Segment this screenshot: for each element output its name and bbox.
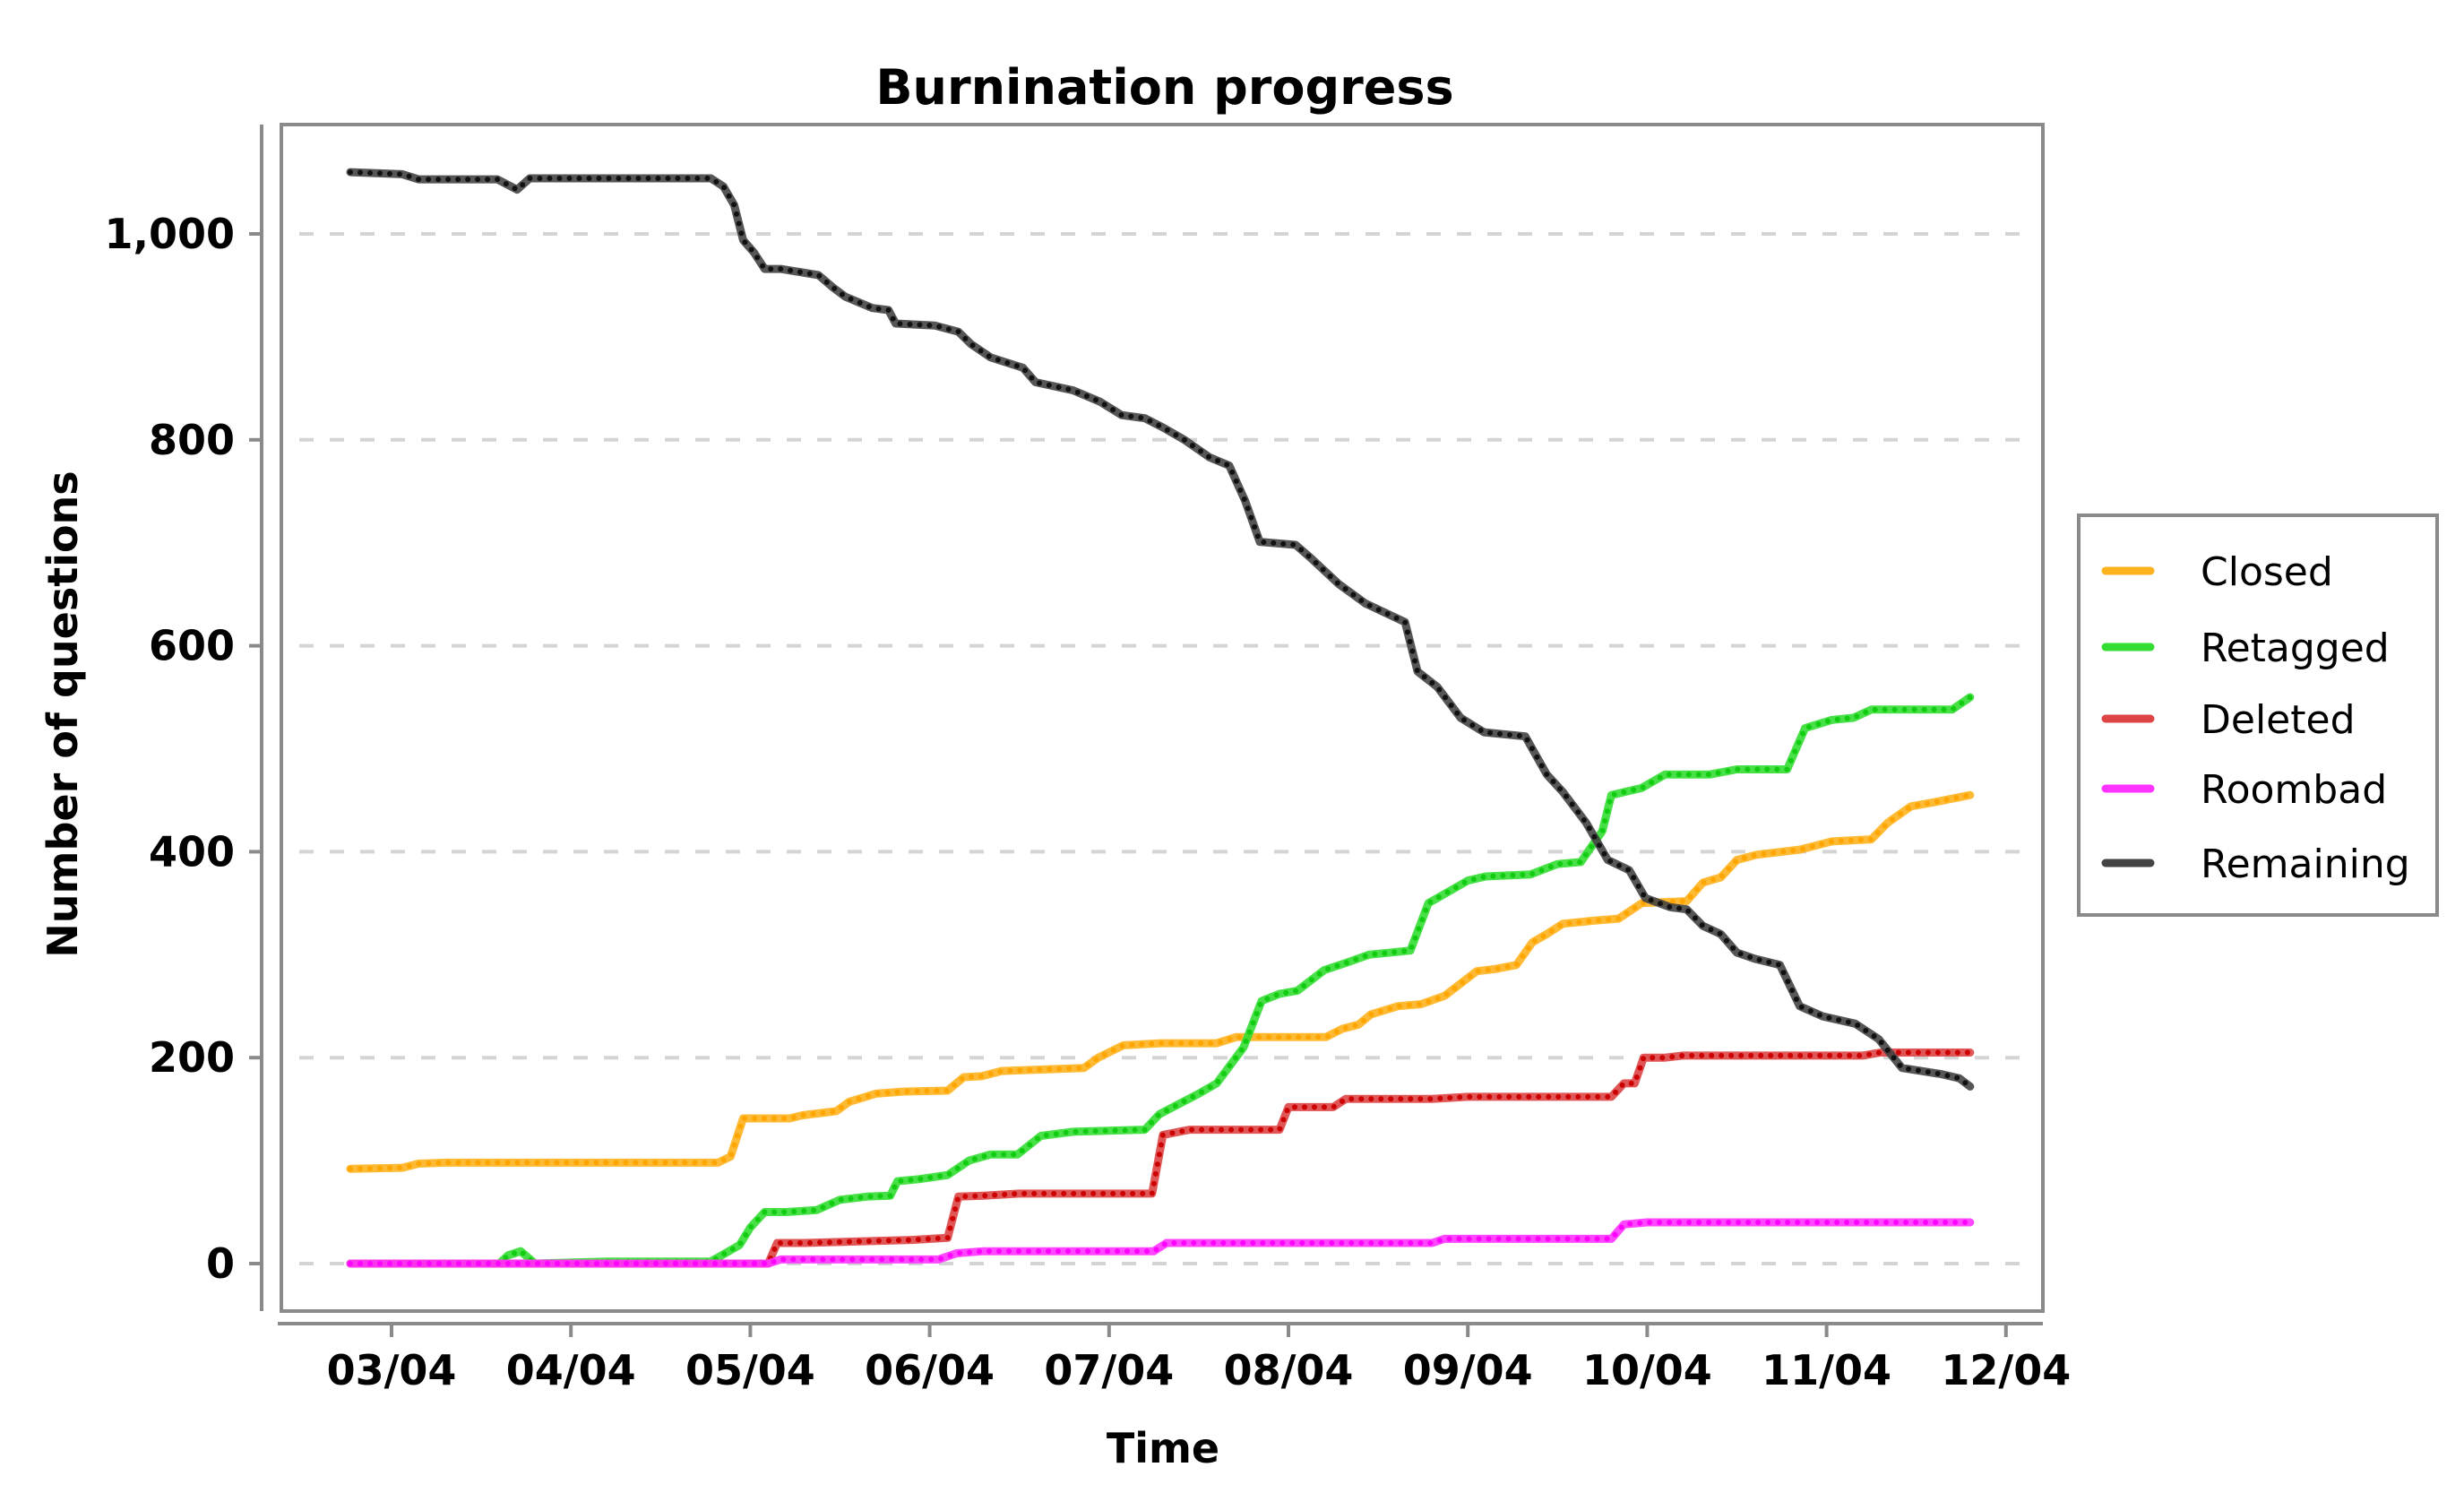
- legend-item-closed: Closed: [2101, 549, 2333, 595]
- y-tick-label: 800: [149, 416, 235, 464]
- legend-label-remaining: Remaining: [2201, 841, 2410, 887]
- legend-label-retagged: Retagged: [2201, 626, 2390, 671]
- y-tick-label: 0: [206, 1239, 235, 1288]
- y-axis-label: Number of questions: [39, 470, 87, 957]
- series-roombad: [346, 1218, 1975, 1268]
- x-tick-label: 03/04: [327, 1346, 457, 1394]
- x-tick-label: 06/04: [865, 1346, 995, 1394]
- legend-item-retagged: Retagged: [2101, 626, 2390, 671]
- y-axis-ticks: 0 200 400 600 800 1,000: [104, 210, 262, 1288]
- series-retagged: [346, 693, 1975, 1268]
- legend-label-deleted: Deleted: [2201, 697, 2356, 743]
- y-tick-label: 600: [149, 622, 235, 670]
- series-deleted: [346, 1049, 1975, 1268]
- legend-label-closed: Closed: [2201, 549, 2333, 595]
- y-tick-label: 200: [149, 1033, 235, 1082]
- series-line-deleted: [346, 1049, 1975, 1268]
- x-tick-label: 09/04: [1403, 1346, 1533, 1394]
- x-tick-label: 11/04: [1762, 1346, 1891, 1394]
- series-layer: [346, 168, 1975, 1268]
- series-line-remaining: [346, 168, 1975, 1091]
- x-tick-label: 12/04: [1941, 1346, 2071, 1394]
- legend-item-remaining: Remaining: [2101, 841, 2410, 887]
- legend-item-deleted: Deleted: [2101, 697, 2356, 743]
- series-markers-retagged: [348, 695, 1973, 1266]
- x-tick-label: 10/04: [1582, 1346, 1712, 1394]
- x-tick-label: 08/04: [1224, 1346, 1354, 1394]
- x-axis-label: Time: [1107, 1424, 1219, 1472]
- x-tick-label: 05/04: [685, 1346, 815, 1394]
- series-remaining: [346, 168, 1975, 1091]
- series-markers-remaining: [348, 169, 1973, 1090]
- y-tick-label: 400: [149, 827, 235, 876]
- x-tick-label: 07/04: [1044, 1346, 1174, 1394]
- y-tick-label: 1,000: [104, 210, 235, 258]
- series-line-roombad: [346, 1218, 1975, 1268]
- x-tick-label: 04/04: [506, 1346, 636, 1394]
- x-axis-ticks: 03/04 04/04 05/04 06/04 07/04 08/04 09/04 10/04…: [327, 1324, 2071, 1394]
- chart-title: Burnination progress: [875, 59, 1453, 116]
- legend-label-roombad: Roombad: [2201, 767, 2387, 813]
- legend: Closed Retagged Deleted Roombad Remaining: [2077, 513, 2439, 917]
- chart: Burnination progress 02004006008001,000 …: [39, 59, 2439, 1472]
- series-line-retagged: [346, 693, 1975, 1268]
- legend-item-roombad: Roombad: [2101, 767, 2387, 813]
